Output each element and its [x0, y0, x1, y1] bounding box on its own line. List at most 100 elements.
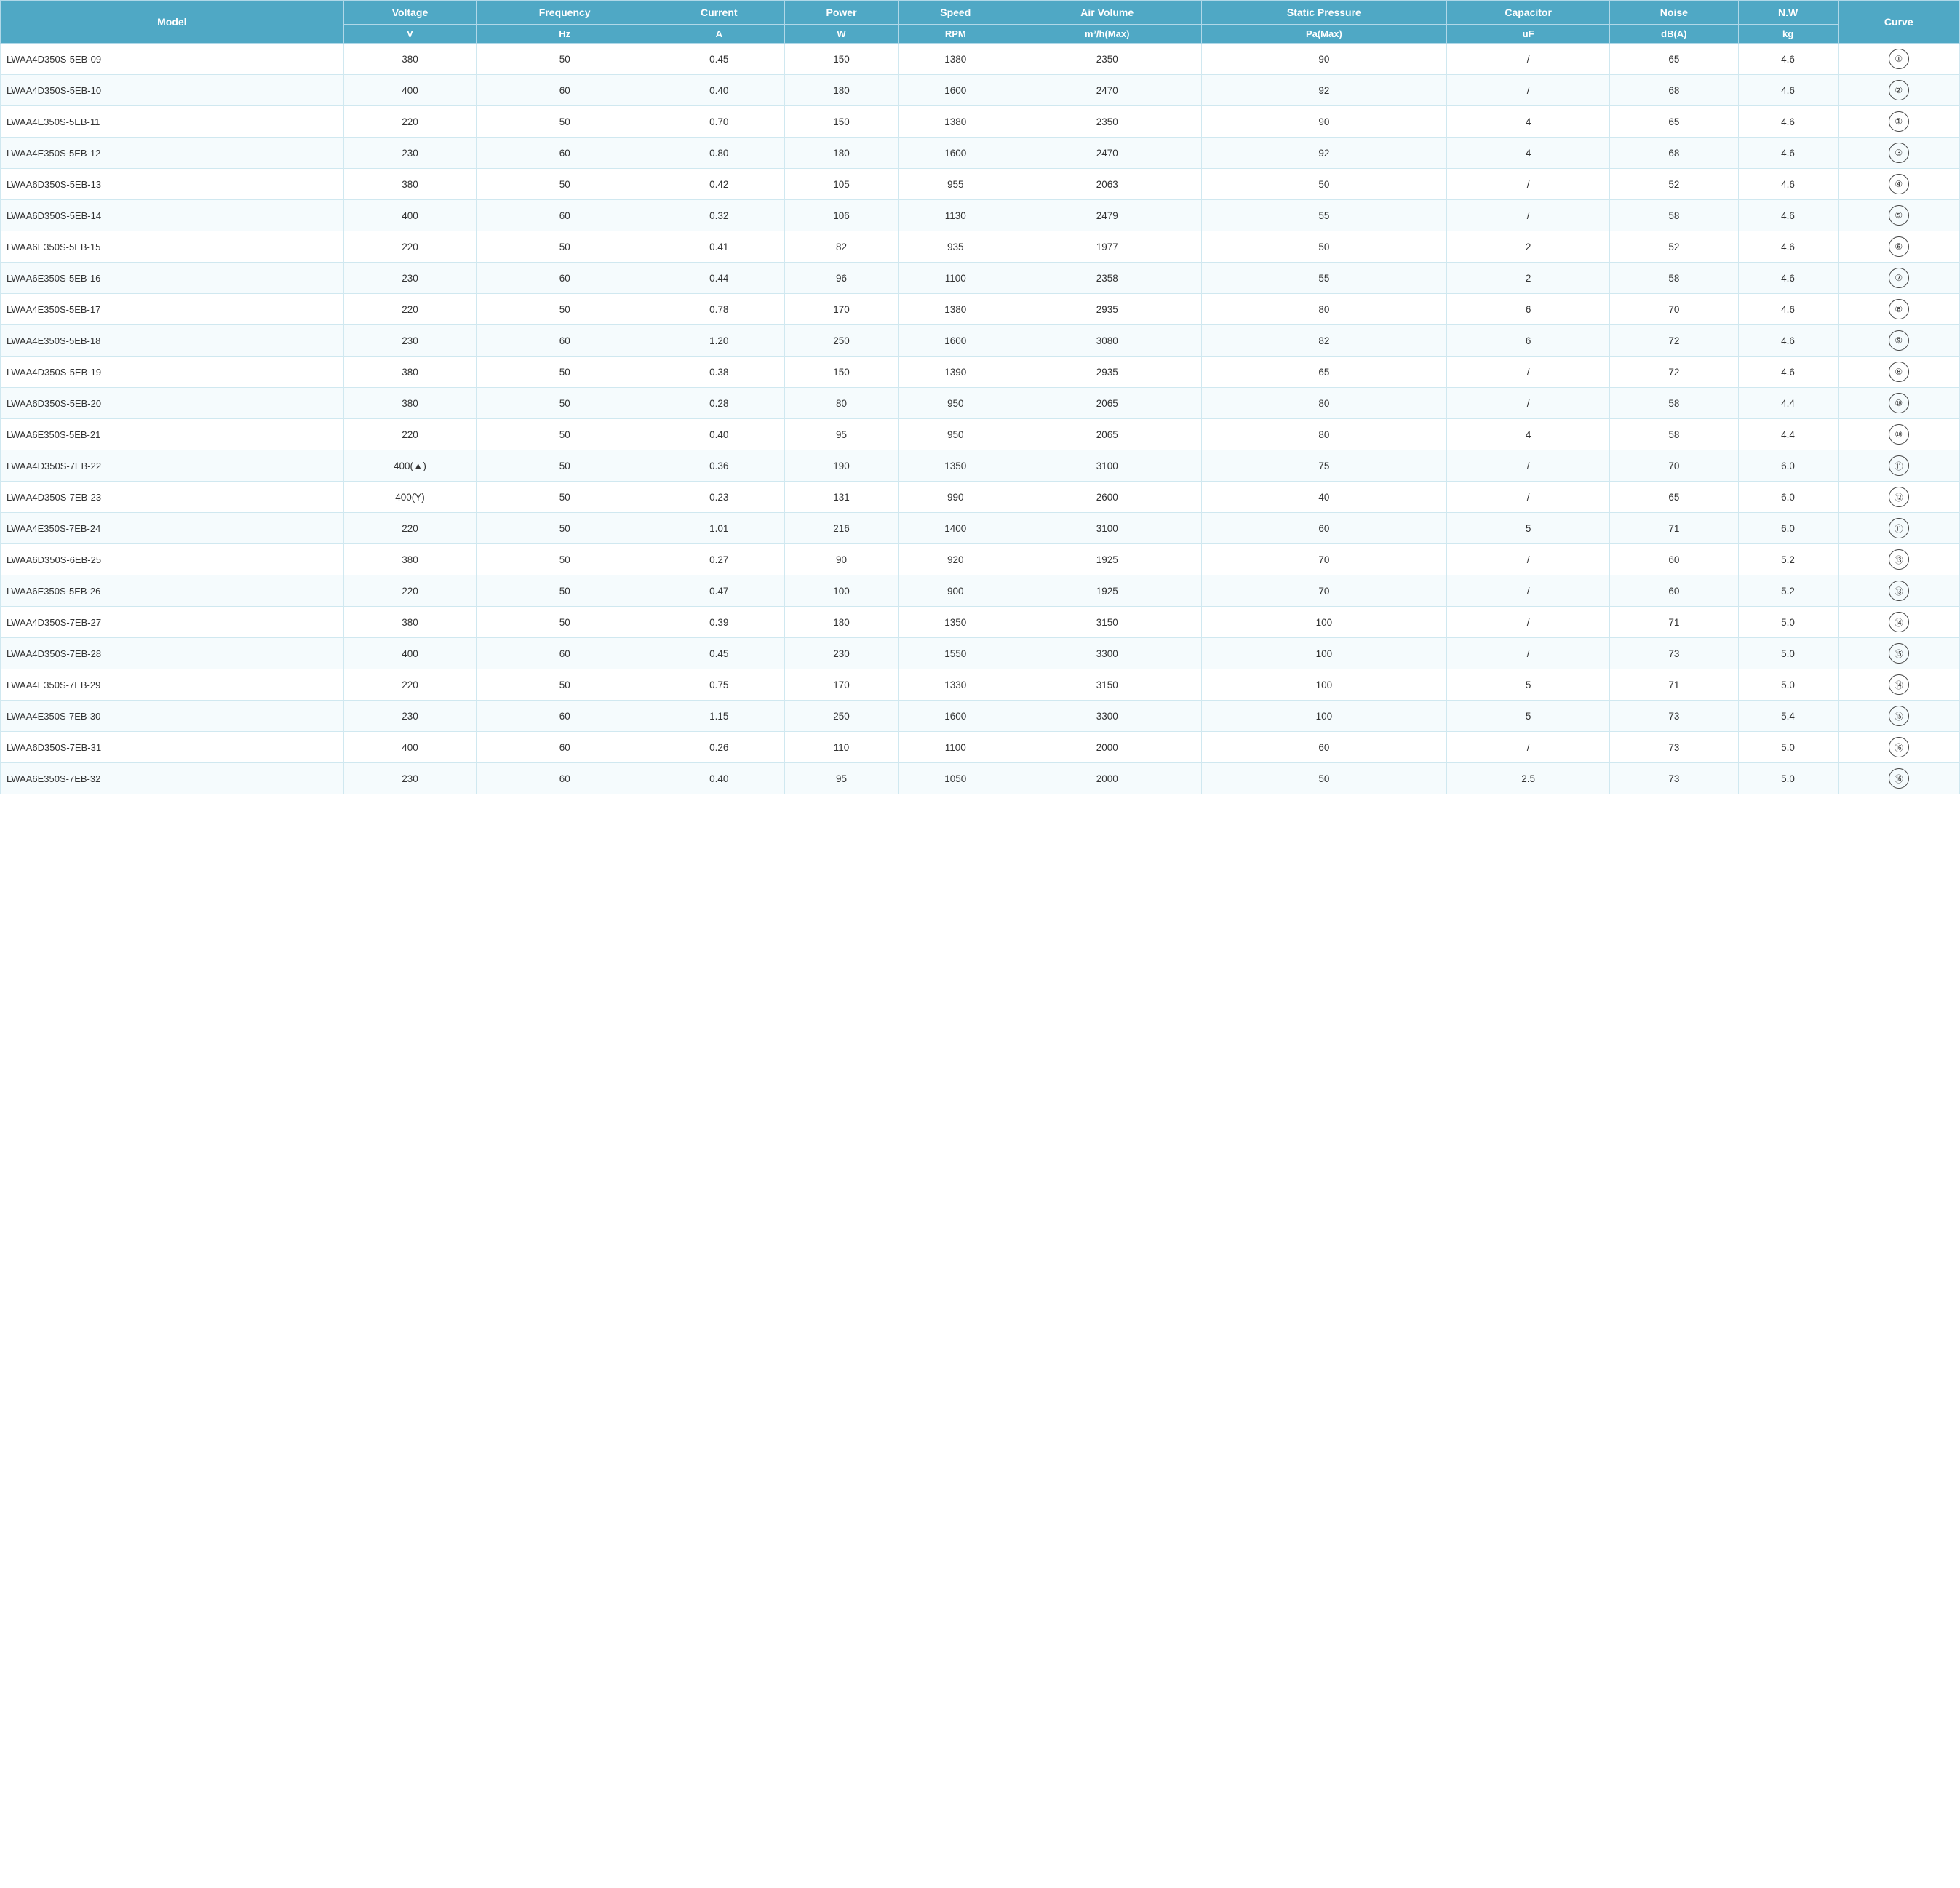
- cell-staticpressure: 75: [1201, 450, 1447, 482]
- cell-noise: 71: [1610, 607, 1739, 638]
- cell-curve: ⑧: [1838, 294, 1959, 325]
- cell-current: 1.20: [653, 325, 785, 357]
- cell-current: 0.45: [653, 44, 785, 75]
- cell-voltage: 380: [343, 169, 477, 200]
- cell-noise: 71: [1610, 669, 1739, 701]
- cell-speed: 1050: [898, 763, 1013, 794]
- cell-noise: 52: [1610, 169, 1739, 200]
- cell-current: 1.15: [653, 701, 785, 732]
- cell-capacitor: /: [1447, 450, 1610, 482]
- th-sub-w: W: [785, 25, 898, 44]
- th-sub-v: V: [343, 25, 477, 44]
- cell-noise: 68: [1610, 138, 1739, 169]
- cell-capacitor: /: [1447, 75, 1610, 106]
- cell-model: LWAA6E350S-5EB-15: [1, 231, 344, 263]
- cell-model: LWAA6E350S-5EB-26: [1, 575, 344, 607]
- th-current: Current: [653, 1, 785, 25]
- cell-airvolume: 2479: [1013, 200, 1201, 231]
- table-row: LWAA6E350S-5EB-26220500.47100900192570/6…: [1, 575, 1960, 607]
- cell-noise: 72: [1610, 325, 1739, 357]
- table-row: LWAA4D350S-5EB-10400600.401801600247092/…: [1, 75, 1960, 106]
- cell-staticpressure: 80: [1201, 419, 1447, 450]
- cell-curve: ⑭: [1838, 607, 1959, 638]
- cell-staticpressure: 55: [1201, 263, 1447, 294]
- cell-frequency: 50: [477, 419, 653, 450]
- cell-nw: 6.0: [1738, 513, 1838, 544]
- cell-nw: 4.6: [1738, 75, 1838, 106]
- cell-voltage: 230: [343, 263, 477, 294]
- cell-airvolume: 3100: [1013, 450, 1201, 482]
- cell-staticpressure: 70: [1201, 544, 1447, 575]
- table-row: LWAA4D350S-7EB-27380500.3918013503150100…: [1, 607, 1960, 638]
- cell-model: LWAA4E350S-7EB-24: [1, 513, 344, 544]
- cell-capacitor: /: [1447, 638, 1610, 669]
- cell-capacitor: /: [1447, 482, 1610, 513]
- cell-frequency: 50: [477, 388, 653, 419]
- cell-noise: 70: [1610, 450, 1739, 482]
- curve-badge: ⑭: [1889, 674, 1909, 695]
- cell-staticpressure: 90: [1201, 44, 1447, 75]
- cell-airvolume: 1977: [1013, 231, 1201, 263]
- curve-badge: ⑮: [1889, 706, 1909, 726]
- cell-capacitor: /: [1447, 607, 1610, 638]
- cell-power: 180: [785, 138, 898, 169]
- cell-frequency: 60: [477, 138, 653, 169]
- cell-speed: 1100: [898, 732, 1013, 763]
- cell-speed: 900: [898, 575, 1013, 607]
- cell-model: LWAA4D350S-7EB-23: [1, 482, 344, 513]
- cell-curve: ⑯: [1838, 763, 1959, 794]
- cell-capacitor: /: [1447, 388, 1610, 419]
- cell-staticpressure: 92: [1201, 75, 1447, 106]
- table-row: LWAA4E350S-7EB-29220500.7517013303150100…: [1, 669, 1960, 701]
- cell-noise: 71: [1610, 513, 1739, 544]
- cell-current: 0.38: [653, 357, 785, 388]
- cell-staticpressure: 50: [1201, 169, 1447, 200]
- cell-noise: 68: [1610, 75, 1739, 106]
- cell-power: 96: [785, 263, 898, 294]
- curve-badge: ⑪: [1889, 518, 1909, 538]
- cell-curve: ⑦: [1838, 263, 1959, 294]
- cell-curve: ③: [1838, 138, 1959, 169]
- th-noise: Noise: [1610, 1, 1739, 25]
- cell-voltage: 400: [343, 75, 477, 106]
- cell-capacitor: 5: [1447, 701, 1610, 732]
- cell-capacitor: 4: [1447, 106, 1610, 138]
- cell-voltage: 380: [343, 44, 477, 75]
- cell-capacitor: 2: [1447, 263, 1610, 294]
- cell-airvolume: 1925: [1013, 544, 1201, 575]
- cell-frequency: 50: [477, 169, 653, 200]
- cell-frequency: 50: [477, 357, 653, 388]
- cell-current: 0.26: [653, 732, 785, 763]
- cell-frequency: 60: [477, 75, 653, 106]
- cell-capacitor: 6: [1447, 294, 1610, 325]
- table-row: LWAA4D350S-7EB-23400(Y)500.2313199026004…: [1, 482, 1960, 513]
- cell-model: LWAA6D350S-5EB-20: [1, 388, 344, 419]
- cell-curve: ⑨: [1838, 325, 1959, 357]
- cell-capacitor: 6: [1447, 325, 1610, 357]
- cell-noise: 72: [1610, 357, 1739, 388]
- table-header-top: Model Voltage Frequency Current Power Sp…: [1, 1, 1960, 25]
- cell-model: LWAA4D350S-5EB-10: [1, 75, 344, 106]
- cell-current: 0.32: [653, 200, 785, 231]
- table-row: LWAA6E350S-5EB-21220500.4095950206580458…: [1, 419, 1960, 450]
- curve-badge: ⑥: [1889, 236, 1909, 257]
- table-row: LWAA4D350S-7EB-28400600.4523015503300100…: [1, 638, 1960, 669]
- cell-curve: ②: [1838, 75, 1959, 106]
- cell-capacitor: /: [1447, 44, 1610, 75]
- cell-model: LWAA4E350S-5EB-11: [1, 106, 344, 138]
- cell-capacitor: /: [1447, 732, 1610, 763]
- cell-staticpressure: 100: [1201, 607, 1447, 638]
- cell-curve: ⑪: [1838, 513, 1959, 544]
- cell-nw: 4.6: [1738, 294, 1838, 325]
- cell-speed: 1600: [898, 701, 1013, 732]
- curve-badge: ⑧: [1889, 299, 1909, 319]
- cell-voltage: 230: [343, 763, 477, 794]
- cell-model: LWAA4D350S-7EB-27: [1, 607, 344, 638]
- curve-badge: ⑭: [1889, 612, 1909, 632]
- th-sub-dba: dB(A): [1610, 25, 1739, 44]
- cell-power: 170: [785, 669, 898, 701]
- cell-speed: 1600: [898, 75, 1013, 106]
- cell-staticpressure: 60: [1201, 732, 1447, 763]
- cell-model: LWAA6E350S-5EB-16: [1, 263, 344, 294]
- cell-nw: 4.6: [1738, 138, 1838, 169]
